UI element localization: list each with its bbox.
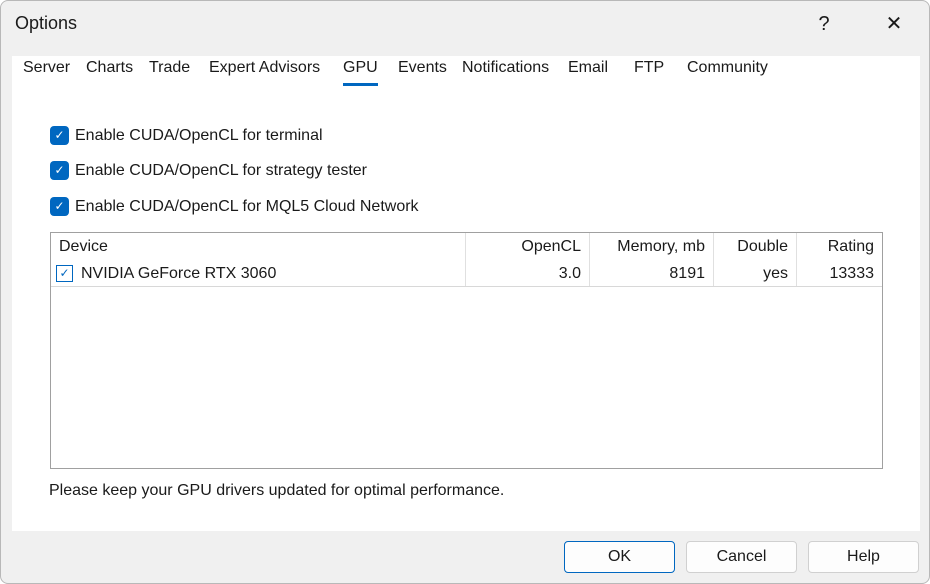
dialog-title: Options xyxy=(15,13,77,34)
ok-button[interactable]: OK xyxy=(564,541,675,573)
tab-ftp[interactable]: FTP xyxy=(634,59,664,83)
tab-events[interactable]: Events xyxy=(398,59,447,83)
enable-tester-checkbox[interactable]: ✓ Enable CUDA/OpenCL for strategy tester xyxy=(50,161,367,180)
options-dialog: Options ? ✕ Server Charts Trade Expert A… xyxy=(0,0,930,584)
cancel-button[interactable]: Cancel xyxy=(686,541,797,573)
column-header-rating[interactable]: Rating xyxy=(797,233,882,260)
device-table[interactable]: Device OpenCL Memory, mb Double Rating ✓… xyxy=(50,232,883,469)
checkbox-label: Enable CUDA/OpenCL for strategy tester xyxy=(75,162,367,180)
opencl-cell: 3.0 xyxy=(466,260,590,286)
device-name: NVIDIA GeForce RTX 3060 xyxy=(81,265,276,282)
gpu-panel: Server Charts Trade Expert Advisors GPU … xyxy=(12,56,920,531)
device-cell: ✓ NVIDIA GeForce RTX 3060 xyxy=(51,260,466,286)
tab-expert-advisors[interactable]: Expert Advisors xyxy=(209,59,320,83)
tab-server[interactable]: Server xyxy=(23,59,70,83)
enable-cloud-checkbox[interactable]: ✓ Enable CUDA/OpenCL for MQL5 Cloud Netw… xyxy=(50,197,419,216)
tab-gpu[interactable]: GPU xyxy=(343,59,378,86)
help-icon[interactable]: ? xyxy=(809,9,839,39)
column-header-memory[interactable]: Memory, mb xyxy=(590,233,714,260)
rating-cell: 13333 xyxy=(797,260,882,286)
checkbox-checked-icon: ✓ xyxy=(50,197,69,216)
enable-terminal-checkbox[interactable]: ✓ Enable CUDA/OpenCL for terminal xyxy=(50,126,323,145)
checkbox-checked-icon: ✓ xyxy=(50,161,69,180)
tab-community[interactable]: Community xyxy=(687,59,768,83)
table-row[interactable]: ✓ NVIDIA GeForce RTX 3060 3.0 8191 yes 13… xyxy=(51,260,882,287)
column-header-opencl[interactable]: OpenCL xyxy=(466,233,590,260)
close-icon[interactable]: ✕ xyxy=(879,9,909,39)
tab-notifications[interactable]: Notifications xyxy=(462,59,549,83)
checkbox-label: Enable CUDA/OpenCL for terminal xyxy=(75,127,323,145)
tab-email[interactable]: Email xyxy=(568,59,608,83)
column-header-double[interactable]: Double xyxy=(714,233,797,260)
tab-charts[interactable]: Charts xyxy=(86,59,133,83)
column-header-device[interactable]: Device xyxy=(51,233,466,260)
driver-note: Please keep your GPU drivers updated for… xyxy=(49,482,504,500)
checkbox-checked-icon: ✓ xyxy=(50,126,69,145)
checkbox-label: Enable CUDA/OpenCL for MQL5 Cloud Networ… xyxy=(75,198,419,216)
double-cell: yes xyxy=(714,260,797,286)
tab-trade[interactable]: Trade xyxy=(149,59,190,83)
device-checkbox[interactable]: ✓ xyxy=(56,265,73,282)
help-button[interactable]: Help xyxy=(808,541,919,573)
memory-cell: 8191 xyxy=(590,260,714,286)
table-header: Device OpenCL Memory, mb Double Rating xyxy=(51,233,882,260)
